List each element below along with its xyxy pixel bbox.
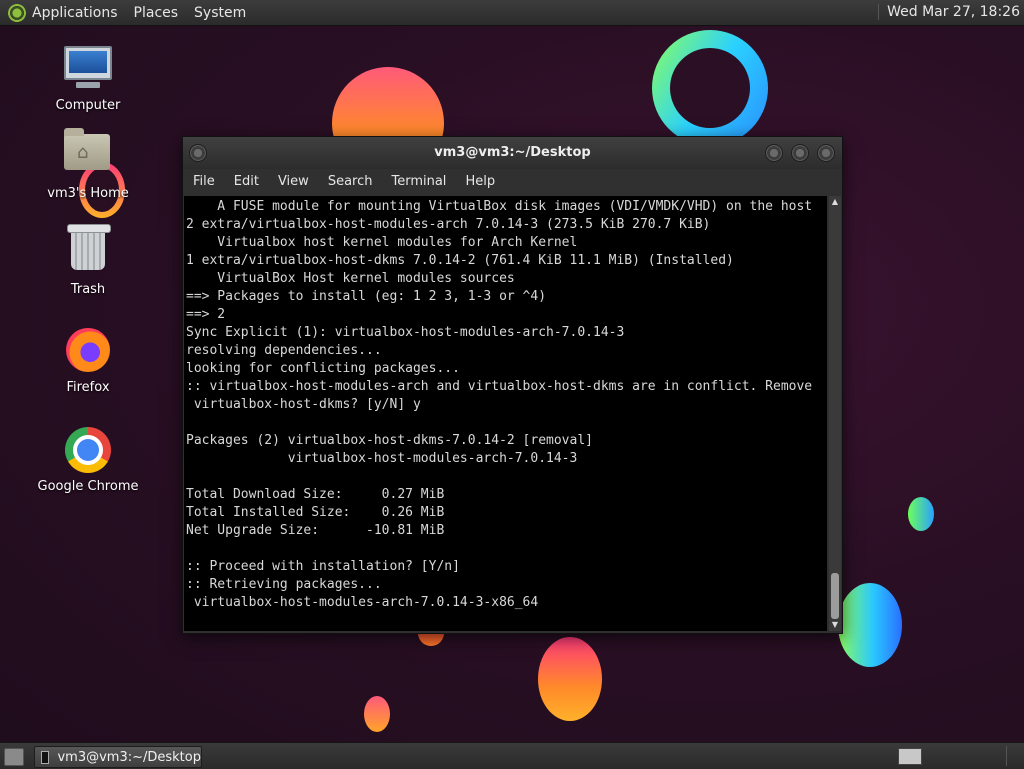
- show-desktop-icon[interactable]: [4, 748, 24, 766]
- terminal-output[interactable]: A FUSE module for mounting VirtualBox di…: [184, 196, 827, 631]
- chrome-icon: [64, 427, 112, 475]
- terminal-line: virtualbox-host-modules-arch-7.0.14-3: [186, 451, 578, 466]
- terminal-window[interactable]: vm3@vm3:~/Desktop File Edit View Search …: [182, 136, 843, 634]
- terminal-line: ==> 2: [186, 307, 226, 322]
- wallpaper-circle: [908, 497, 934, 531]
- minimize-button[interactable]: [765, 144, 783, 162]
- terminal-line: Packages (2) virtualbox-host-dkms-7.0.14…: [186, 433, 593, 448]
- computer-icon: [64, 46, 112, 94]
- wallpaper-circle: [364, 696, 390, 732]
- terminal-line: :: Retrieving packages...: [186, 577, 382, 592]
- menu-search[interactable]: Search: [328, 174, 373, 189]
- menu-file[interactable]: File: [193, 174, 215, 189]
- firefox-icon: [64, 328, 112, 376]
- wallpaper-circle: [538, 637, 602, 721]
- terminal-line: resolving dependencies...: [186, 343, 382, 358]
- wallpaper-ring: [652, 30, 768, 146]
- taskbar-button-terminal[interactable]: vm3@vm3:~/Desktop: [34, 746, 202, 768]
- desktop-icon-label: Firefox: [66, 380, 110, 395]
- terminal-line: Total Download Size: 0.27 MiB: [186, 487, 445, 502]
- close-button[interactable]: [817, 144, 835, 162]
- desktop-icon-chrome[interactable]: Google Chrome: [33, 426, 143, 494]
- terminal-text: A FUSE module for mounting VirtualBox di…: [184, 196, 827, 612]
- terminal-line: :: virtualbox-host-modules-arch and virt…: [186, 379, 813, 394]
- menu-edit[interactable]: Edit: [234, 174, 259, 189]
- terminal-line: 1 extra/virtualbox-host-dkms 7.0.14-2 (7…: [186, 253, 734, 268]
- terminal-line: 2 extra/virtualbox-host-modules-arch 7.0…: [186, 217, 711, 232]
- system-menu[interactable]: System: [194, 5, 246, 21]
- bottom-panel: vm3@vm3:~/Desktop: [0, 742, 1024, 769]
- terminal-line: A FUSE module for mounting VirtualBox di…: [186, 199, 813, 214]
- terminal-line: Sync Explicit (1): virtualbox-host-modul…: [186, 325, 625, 340]
- menu-view[interactable]: View: [278, 174, 309, 189]
- terminal-menubar: File Edit View Search Terminal Help: [183, 169, 842, 193]
- terminal-line: VirtualBox Host kernel modules sources: [186, 271, 515, 286]
- terminal-line: Virtualbox host kernel modules for Arch …: [186, 235, 578, 250]
- scroll-down-icon[interactable]: ▼: [829, 619, 841, 631]
- maximize-button[interactable]: [791, 144, 809, 162]
- desktop-icon-label: vm3's Home: [47, 186, 129, 201]
- top-panel: Applications Places System Wed Mar 27, 1…: [0, 0, 1024, 26]
- terminal-icon: [41, 750, 50, 764]
- clock[interactable]: Wed Mar 27, 18:26: [878, 4, 1020, 20]
- home-folder-icon: ⌂: [64, 128, 112, 182]
- desktop-icon-computer[interactable]: Computer: [33, 46, 143, 113]
- applications-menu[interactable]: Applications: [32, 5, 118, 21]
- menu-terminal[interactable]: Terminal: [391, 174, 446, 189]
- places-menu[interactable]: Places: [134, 5, 179, 21]
- window-titlebar[interactable]: vm3@vm3:~/Desktop: [183, 137, 842, 169]
- terminal-line: virtualbox-host-dkms? [y/N] y: [186, 397, 421, 412]
- desktop-icon-label: Computer: [55, 98, 121, 113]
- terminal-line: Net Upgrade Size: -10.81 MiB: [186, 523, 445, 538]
- terminal-scrollbar[interactable]: ▲ ▼: [829, 196, 841, 631]
- terminal-line: looking for conflicting packages...: [186, 361, 460, 376]
- terminal-line: virtualbox-host-modules-arch-7.0.14-3-x8…: [186, 595, 539, 610]
- desktop-icon-trash[interactable]: Trash: [33, 224, 143, 297]
- wallpaper-circle: [838, 583, 902, 667]
- scrollbar-thumb[interactable]: [831, 573, 839, 619]
- desktop-icon-firefox[interactable]: Firefox: [33, 326, 143, 395]
- taskbar-button-label: vm3@vm3:~/Desktop: [57, 749, 201, 765]
- distro-logo-icon[interactable]: [8, 3, 26, 22]
- terminal-line: ==> Packages to install (eg: 1 2 3, 1-3 …: [186, 289, 547, 304]
- desktop-icon-label: Trash: [70, 282, 106, 297]
- terminal-line: Total Installed Size: 0.26 MiB: [186, 505, 445, 520]
- terminal-line: :: Proceed with installation? [Y/n]: [186, 559, 460, 574]
- menu-help[interactable]: Help: [465, 174, 495, 189]
- panel-handle: [1006, 746, 1021, 766]
- trash-icon: [64, 224, 112, 278]
- desktop-icon-label: Google Chrome: [37, 479, 139, 494]
- window-title: vm3@vm3:~/Desktop: [434, 145, 591, 160]
- scroll-up-icon[interactable]: ▲: [829, 196, 841, 208]
- desktop-icon-home[interactable]: ⌂ vm3's Home: [33, 126, 143, 201]
- workspace-switcher[interactable]: [898, 748, 922, 765]
